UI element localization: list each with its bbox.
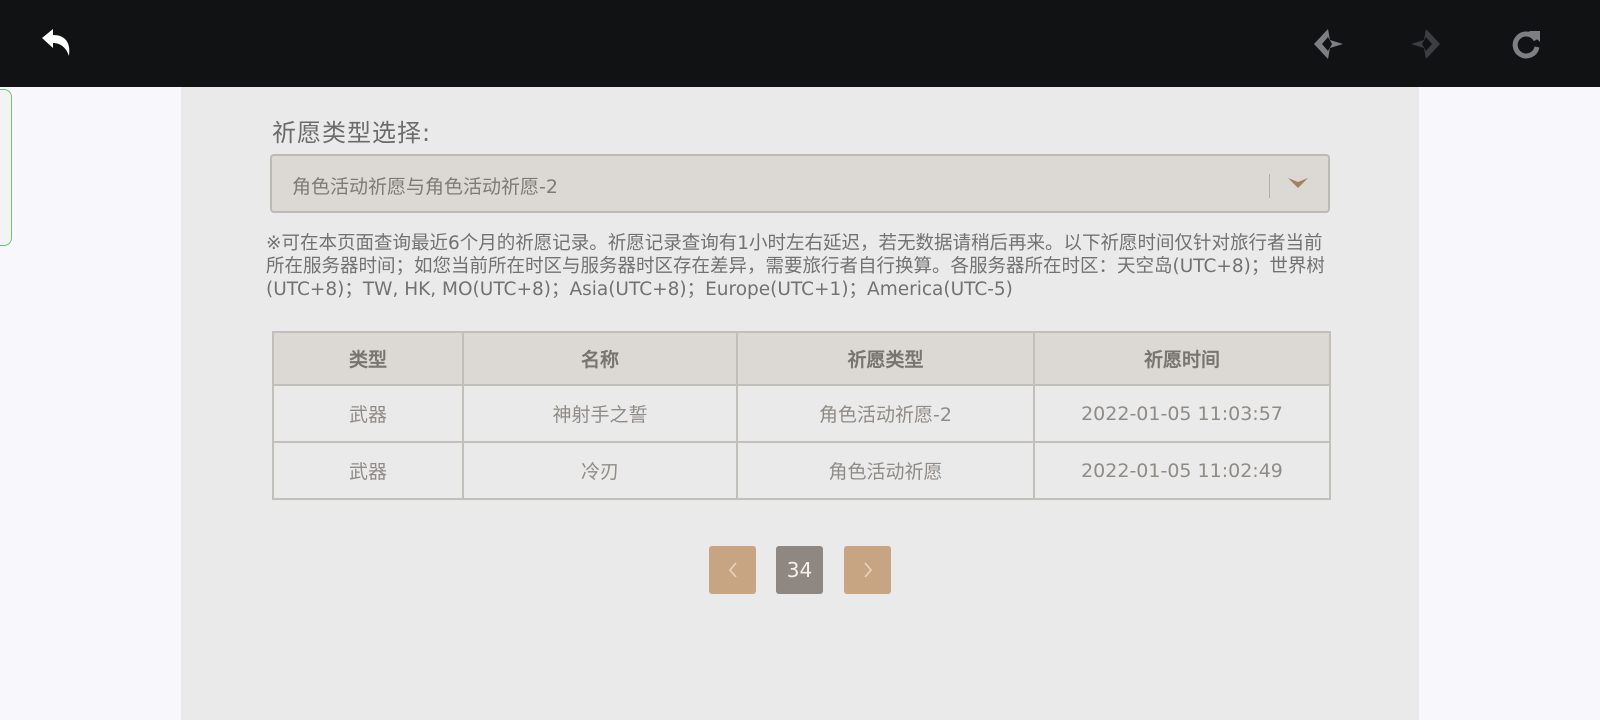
table-row: 武器 冷刃 角色活动祈愿 2022-01-05 11:02:49: [272, 441, 1331, 500]
next-page-button[interactable]: [844, 546, 891, 594]
cell-type: 武器: [272, 384, 464, 443]
chevron-down-icon: [1288, 178, 1308, 188]
cell-wish-time: 2022-01-05 11:03:57: [1033, 384, 1331, 443]
previous-page-button[interactable]: [709, 546, 756, 594]
column-header-name: 名称: [462, 331, 738, 386]
column-header-type: 类型: [272, 331, 464, 386]
select-divider: [1269, 174, 1270, 198]
refresh-button[interactable]: [1504, 22, 1548, 66]
table-header-row: 类型 名称 祈愿类型 祈愿时间: [272, 331, 1331, 386]
cell-type: 武器: [272, 441, 464, 500]
side-drawer-handle[interactable]: [0, 89, 12, 246]
cell-name: 神射手之誓: [462, 384, 738, 443]
cell-name: 冷刃: [462, 441, 738, 500]
cell-wish-type: 角色活动祈愿: [736, 441, 1035, 500]
wish-type-label: 祈愿类型选择:: [272, 119, 432, 147]
wish-records-table: 类型 名称 祈愿类型 祈愿时间 武器 神射手之誓 角色活动祈愿-2 2022-0…: [272, 331, 1331, 500]
previous-button[interactable]: [1306, 22, 1350, 66]
top-toolbar: [0, 0, 1600, 87]
wish-type-select[interactable]: 角色活动祈愿与角色活动祈愿-2: [270, 154, 1330, 213]
cell-wish-time: 2022-01-05 11:02:49: [1033, 441, 1331, 500]
cell-wish-type: 角色活动祈愿-2: [736, 384, 1035, 443]
wish-type-selected-value: 角色活动祈愿与角色活动祈愿-2: [292, 176, 558, 198]
wish-record-notice: ※可在本页面查询最近6个月的祈愿记录。祈愿记录查询有1小时左右延迟，若无数据请稍…: [266, 233, 1325, 300]
chevron-right-icon: [863, 562, 872, 578]
refresh-icon: [1512, 31, 1540, 59]
current-page-indicator: 34: [776, 546, 823, 594]
back-arrow-icon: [42, 29, 70, 56]
back-button[interactable]: [34, 22, 78, 66]
table-row: 武器 神射手之誓 角色活动祈愿-2 2022-01-05 11:03:57: [272, 384, 1331, 443]
column-header-wish-time: 祈愿时间: [1033, 331, 1331, 386]
next-diamond-icon: [1411, 29, 1440, 59]
next-button[interactable]: [1404, 22, 1448, 66]
prev-diamond-icon: [1314, 29, 1343, 59]
column-header-wish-type: 祈愿类型: [736, 331, 1035, 386]
chevron-left-icon: [728, 562, 737, 578]
